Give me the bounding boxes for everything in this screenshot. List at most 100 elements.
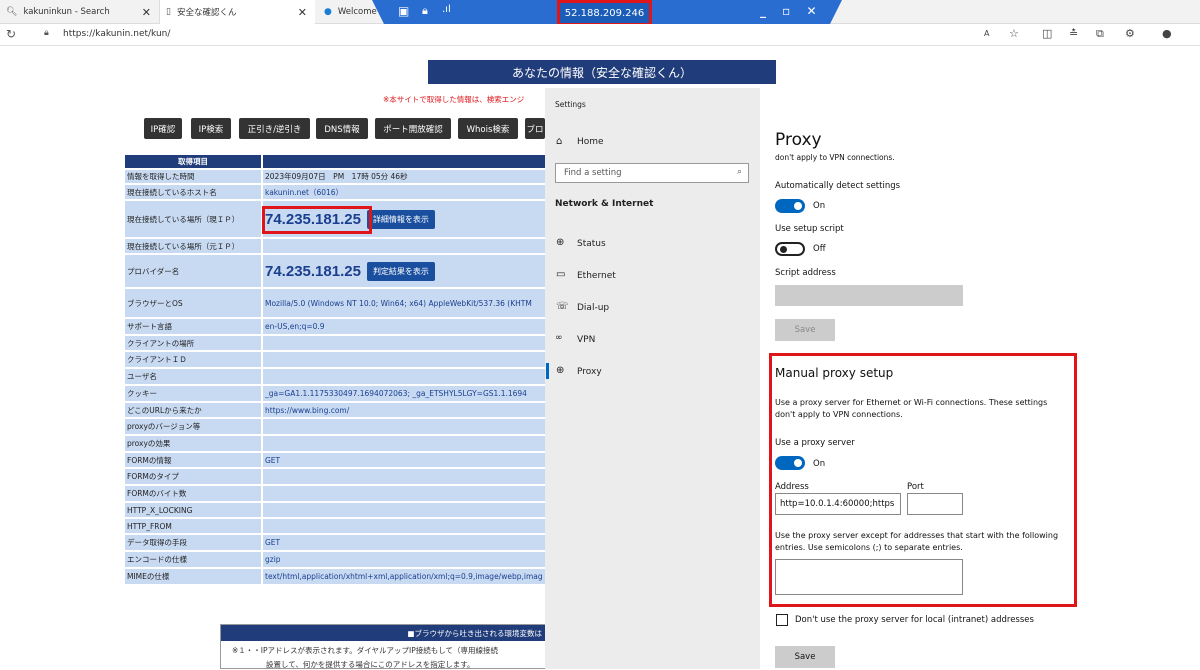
table-row: proxyのバージョン等 <box>124 418 548 435</box>
table-row: FORMのタイプ <box>124 468 548 485</box>
nav-dns[interactable]: DNS情報 <box>316 118 368 139</box>
except-desc: entries. Use semicolons (;) to separate … <box>775 543 963 552</box>
manual-desc: don't apply to VPN connections. <box>775 410 903 419</box>
use-proxy-state: On <box>813 459 826 469</box>
read-aloud-icon[interactable]: A <box>984 29 989 38</box>
active-indicator <box>546 363 549 379</box>
script-address-label: Script address <box>775 268 836 278</box>
auto-detect-label: Automatically detect settings <box>775 181 901 191</box>
env-line: ※１・・IPアドレスが表示されます。ダイヤルアップIP接続もして（専用線接続 <box>232 646 499 655</box>
favorite-icon[interactable]: ☆ <box>1009 27 1019 40</box>
globe-icon: ⊕ <box>556 365 565 376</box>
save-script-button[interactable]: Save <box>775 319 835 341</box>
nav-more[interactable]: ブロ <box>525 118 545 139</box>
table-row: クッキー _ga=GA1.1.1175330497.1694072063; _ga… <box>124 385 548 402</box>
setup-script-state: Off <box>813 244 826 254</box>
nav-lookup[interactable]: 正引き/逆引き <box>239 118 310 139</box>
url-text[interactable]: https://kakunin.net/kun/ <box>63 29 170 39</box>
home-icon: ⌂ <box>556 136 563 147</box>
notice-text: ※本サイトで取得した情報は、検索エンジ <box>383 95 525 104</box>
table-row: プロバイダー名 74.235.181.25 判定結果を表示 <box>124 254 548 288</box>
search-icon: ⌕ <box>736 167 742 177</box>
sidebar-item-home[interactable]: Home <box>577 137 604 147</box>
extensions-icon[interactable]: ⚙ <box>1125 27 1135 40</box>
tab-label: Welcome <box>337 7 377 17</box>
nav-ip-search[interactable]: IP検索 <box>191 118 231 139</box>
detail-button[interactable]: 詳細情報を表示 <box>366 209 435 229</box>
table-row: 現在接続している場所（元ＩＰ） <box>124 238 548 254</box>
highlight-ip-box <box>262 206 372 234</box>
signal-icon: .ıl <box>442 4 451 15</box>
local-bypass-checkbox[interactable] <box>776 614 788 626</box>
table-row: HTTP_X_LOCKING <box>124 502 548 518</box>
table-row: MIMEの仕様 text/html,application/xhtml+xml,a… <box>124 568 548 585</box>
table-row: HTTP_FROM <box>124 518 548 534</box>
address-bar[interactable]: ↻ 🔒︎ https://kakunin.net/kun/ A ☆ ◫ ≛ ⧉ … <box>0 24 1200 46</box>
script-address-input[interactable] <box>775 285 963 306</box>
table-row: データ取得の手段 GET <box>124 534 548 551</box>
nav-whois[interactable]: Whois検索 <box>458 118 518 139</box>
setup-script-toggle[interactable] <box>775 242 805 256</box>
split-screen-icon[interactable]: ◫ <box>1042 27 1052 40</box>
collections-icon[interactable]: ⧉ <box>1096 27 1104 41</box>
manual-proxy-title: Manual proxy setup <box>775 366 894 380</box>
table-row: どこのURLから来たか https://www.bing.com/ <box>124 402 548 418</box>
tab-label: kakuninkun - Search <box>23 7 110 17</box>
setup-script-label: Use setup script <box>775 224 844 234</box>
table-row: クライアントＩＤ <box>124 351 548 368</box>
rdp-window-controls[interactable]: _ ▫ ✕ <box>760 4 823 18</box>
tab-kakunin[interactable]: ▯ 安全な確認くん ✕ <box>160 0 315 24</box>
table-header: 取得項目 <box>124 154 548 169</box>
table-row: クライアントの場所 <box>124 335 548 351</box>
nav-ip-check[interactable]: IP確認 <box>144 118 182 139</box>
section-heading: Network & Internet <box>555 199 654 209</box>
port-label: Port <box>907 482 924 492</box>
use-proxy-toggle[interactable] <box>775 456 805 470</box>
find-setting-input[interactable]: Find a setting ⌕ <box>555 163 749 183</box>
favorites-icon[interactable]: ≛ <box>1069 27 1078 40</box>
clipped-text: don't apply to VPN connections. <box>775 153 895 162</box>
sidebar-item-ethernet[interactable]: Ethernet <box>577 271 616 281</box>
use-proxy-label: Use a proxy server <box>775 438 855 448</box>
proxy-title: Proxy <box>775 130 822 150</box>
rdp-host-ip: 52.188.209.246 <box>557 0 652 26</box>
proxy-address-input[interactable]: http=10.0.1.4:60000;https <box>775 493 901 515</box>
table-row: ブラウザーとOS Mozilla/5.0 (Windows NT 10.0; Wi… <box>124 288 548 318</box>
tab-search[interactable]: 🔍︎ kakuninkun - Search ✕ <box>0 0 160 24</box>
env-line: 設置して、何かを提供する場合にこのアドレスを指定します。 <box>266 660 475 669</box>
proxy-exceptions-input[interactable] <box>775 559 963 595</box>
env-header: ■ブラウザから吐き出される環境変数は <box>221 625 545 641</box>
table-row: ユーザ名 <box>124 368 548 385</box>
table-row: サポート言語 en-US,en;q=0.9 <box>124 318 548 335</box>
sidebar-item-dialup[interactable]: Dial-up <box>577 303 609 313</box>
globe-icon: ⊕ <box>556 237 565 248</box>
nav-port[interactable]: ポート開放確認 <box>375 118 451 139</box>
lock-icon[interactable]: 🔒︎ <box>44 28 49 38</box>
save-proxy-button[interactable]: Save <box>775 646 835 668</box>
lock-icon: 🔒︎ <box>422 4 428 17</box>
table-row: 情報を取得した時間 2023年09月07日 PM 17時 05分 46秒 <box>124 169 548 184</box>
except-desc: Use the proxy server except for addresse… <box>775 531 1059 540</box>
sidebar-item-status[interactable]: Status <box>577 239 606 249</box>
auto-detect-toggle[interactable] <box>775 199 805 213</box>
reload-icon[interactable]: ↻ <box>6 27 16 41</box>
table-row: FORMのバイト数 <box>124 485 548 502</box>
close-icon[interactable]: ✕ <box>298 6 307 19</box>
pin-icon[interactable]: ▣ <box>398 4 409 18</box>
proxy-port-input[interactable] <box>907 493 963 515</box>
sidebar-item-proxy[interactable]: Proxy <box>577 367 602 377</box>
judge-button[interactable]: 判定結果を表示 <box>366 261 435 281</box>
sidebar-item-vpn[interactable]: VPN <box>577 335 595 345</box>
table-header-label: 取得項目 <box>124 154 262 169</box>
page-icon: ▯ <box>166 7 171 17</box>
edge-icon: ● <box>324 7 332 17</box>
tab-welcome[interactable]: ● Welcome <box>318 0 378 24</box>
profile-icon[interactable]: ● <box>1162 27 1172 40</box>
search-icon: 🔍︎ <box>6 7 18 17</box>
settings-window-title: Settings <box>555 100 586 109</box>
close-icon[interactable]: ✕ <box>142 6 151 19</box>
vpn-icon: ∞ <box>555 333 563 343</box>
provider-ip: 74.235.181.25 <box>265 262 361 280</box>
ethernet-icon: ▭ <box>556 269 566 280</box>
local-bypass-label: Don't use the proxy server for local (in… <box>795 615 1034 625</box>
